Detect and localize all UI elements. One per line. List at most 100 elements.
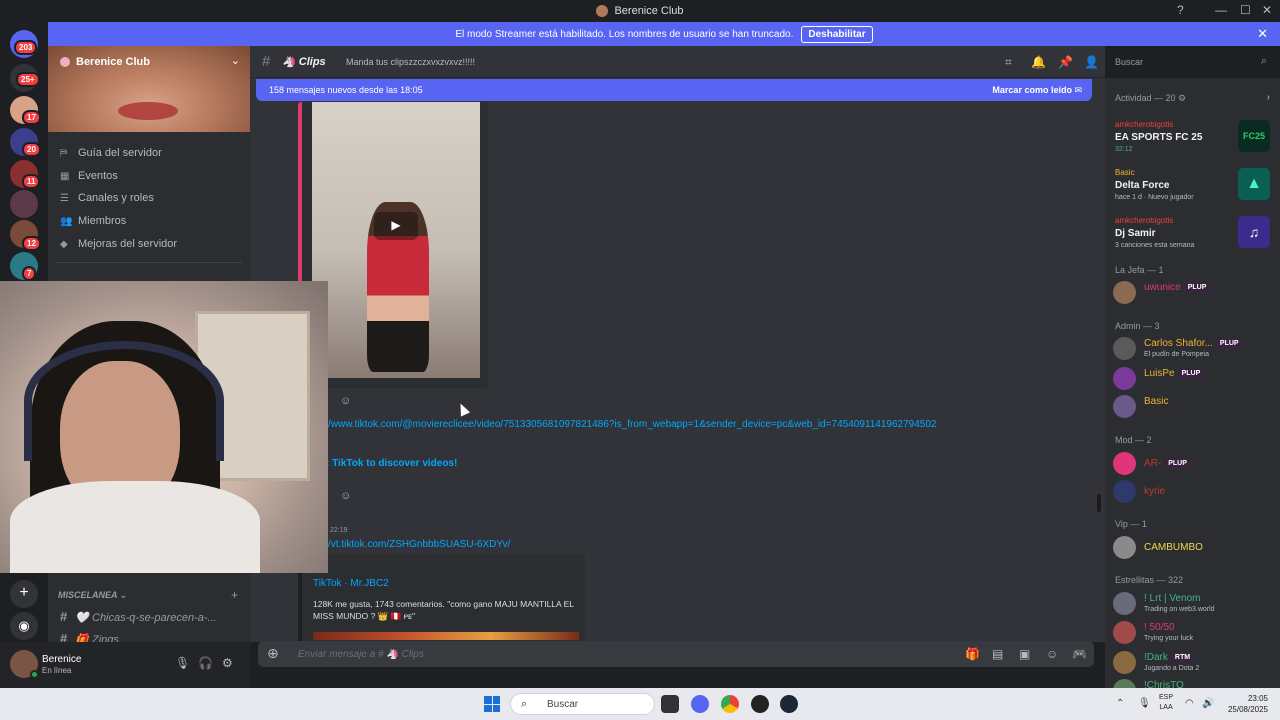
search-input[interactable]: Buscar ⌕ [1108, 52, 1273, 72]
disable-streamer-button[interactable]: Deshabilitar [801, 25, 873, 43]
minimize-button[interactable]: — [1215, 3, 1227, 17]
close-window-button[interactable]: ✕ [1262, 3, 1272, 17]
channel-item[interactable]: # 🎁 Zings [60, 631, 119, 642]
member-row[interactable]: ! Lrt | Venom Trading on web3.world [1113, 591, 1273, 617]
member-row[interactable]: !ChrisTO [1113, 678, 1273, 688]
signpost-icon: ⛿ [60, 148, 68, 159]
avatar [1113, 480, 1136, 503]
chat-messages[interactable]: ▶ ☺ /www.tiktok.com/@moviereclicee/video… [250, 78, 1105, 642]
game-art-icon: FC25 [1238, 120, 1270, 152]
wifi-icon[interactable]: ◠ [1185, 698, 1194, 709]
message-link[interactable]: /vt.tiktok.com/ZSHGnbbbSUASU-6XDYv/ [328, 539, 510, 550]
activity-card[interactable]: Basic Delta Force hace 1 d · Nuevo jugad… [1111, 164, 1274, 210]
sticker-icon[interactable]: ▣ [1019, 647, 1030, 661]
rail-badge: 17 [22, 110, 41, 125]
volume-icon[interactable]: 🔊 [1202, 698, 1214, 709]
bell-icon[interactable]: 🔔 [1031, 55, 1046, 69]
nav-members[interactable]: 👥 Miembros [60, 215, 126, 227]
user-panel: Berenice En línea 🎙 🎧 ⚙ [0, 642, 250, 688]
headphones-icon[interactable]: 🎧 [198, 656, 213, 670]
member-row[interactable]: ! 50/50 Trying your luck [1113, 620, 1273, 646]
obs-icon[interactable] [751, 695, 769, 713]
play-icon[interactable]: ▶ [374, 212, 418, 240]
channel-topic: Manda tus clipszzczxvxzvxvz!!!!! [346, 57, 476, 67]
embed-description: 128K me gusta, 1743 comentarios. "como g… [313, 599, 574, 621]
task-view-icon[interactable] [661, 695, 679, 713]
member-row[interactable]: Basic [1113, 394, 1273, 420]
member-row[interactable]: LuisPe PLUP [1113, 366, 1273, 392]
add-channel-icon[interactable]: + [231, 588, 238, 602]
activity-user: Basic [1115, 168, 1135, 177]
microphone-icon[interactable]: 🎙 [175, 656, 190, 670]
webcam-overlay [0, 281, 328, 573]
member-row[interactable]: Carlos Shafor... PLUP El pudín de Pompeia [1113, 336, 1273, 362]
avatar [1113, 337, 1136, 360]
member-row[interactable]: kyrie [1113, 479, 1273, 505]
nav-server-guide[interactable]: ⛿ Guía del servidor [60, 147, 162, 159]
gift-icon[interactable]: 🎁 [965, 647, 980, 661]
add-reaction-icon[interactable]: ☺ [340, 490, 351, 502]
discord-icon[interactable] [691, 695, 709, 713]
server-icon[interactable] [10, 190, 38, 218]
attach-plus-icon[interactable]: ⊕ [267, 645, 279, 662]
apps-icon[interactable]: 🎮 [1072, 647, 1087, 661]
activity-card[interactable]: amkcherobigotis EA SPORTS FC 25 32:12 FC… [1111, 116, 1274, 162]
windows-start-icon[interactable] [484, 696, 500, 712]
nav-label: Eventos [78, 170, 118, 182]
category-miscelanea[interactable]: MISCELANEA ⌄ [58, 590, 127, 601]
new-messages-bar[interactable]: 158 mensajes nuevos desde las 18:05 Marc… [256, 79, 1092, 101]
activity-header[interactable]: Actividad — 20 ⚙ [1115, 93, 1186, 104]
emoji-icon[interactable]: ☺ [1046, 647, 1058, 661]
member-row[interactable]: CAMBUMBO [1113, 535, 1273, 561]
language-indicator[interactable]: ESP LAA [1159, 693, 1173, 713]
discover-icon[interactable]: ◉ [10, 612, 38, 640]
avatar [1113, 679, 1136, 688]
scrollbar[interactable] [1097, 494, 1101, 512]
gear-icon[interactable]: ⚙ [222, 656, 233, 670]
member-row[interactable]: !Dark RTM Jugando a Dota 2 [1113, 650, 1273, 676]
mark-as-read-button[interactable]: Marcar como leído ✉ [992, 85, 1082, 96]
add-reaction-icon[interactable]: ☺ [340, 395, 351, 407]
server-name-header[interactable]: Berenice Club [60, 56, 150, 68]
member-activity: Jugando a Dota 2 [1144, 665, 1200, 672]
member-list-icon[interactable]: 👤 [1084, 55, 1099, 69]
nav-channels-roles[interactable]: ☰ Canales y roles [60, 192, 154, 204]
video-thumbnail[interactable]: ▶ [312, 102, 480, 378]
threads-icon[interactable]: ⌗ [1005, 55, 1012, 70]
game-art-icon: ♫ [1238, 216, 1270, 248]
chevron-down-icon[interactable]: ⌄ [231, 54, 240, 67]
chevron-right-icon[interactable]: › [1267, 92, 1270, 103]
avatar [1113, 592, 1136, 615]
composer-channel: Clips [401, 649, 424, 660]
embed-provider[interactable]: TikTok · Mr.JBC2 [313, 578, 389, 589]
search-placeholder: Buscar [1115, 57, 1144, 67]
tiktok-embed[interactable]: ‹ TikTok · Mr.JBC2 128K me gusta, 1743 c… [298, 554, 585, 642]
embed-title[interactable]: : TikTok to discover videos! [326, 458, 457, 469]
message-link[interactable]: /www.tiktok.com/@moviereclicee/video/751… [328, 419, 936, 430]
microphone-icon[interactable]: 🎙 [1138, 698, 1151, 709]
avatar [1113, 452, 1136, 475]
channel-item[interactable]: # 🤍 Chicas-q-se-parecen-a-... [60, 609, 217, 624]
role-header: Vip — 1 [1115, 519, 1147, 529]
close-banner-icon[interactable]: ✕ [1257, 26, 1268, 42]
gif-icon[interactable]: ▤ [992, 647, 1003, 661]
member-row[interactable]: uwunice PLUP [1113, 280, 1273, 306]
steam-icon[interactable] [780, 695, 798, 713]
message-composer[interactable]: ⊕ Enviar mensaje a # 🦄 Clips 🎁 ▤ ▣ ☺ 🎮 [258, 641, 1094, 667]
activity-status: hace 1 d · Nuevo jugador [1115, 194, 1194, 201]
help-icon[interactable]: ? [1177, 3, 1184, 17]
pin-icon[interactable]: 📌 [1058, 55, 1073, 69]
embed-image[interactable] [313, 632, 579, 640]
nav-boosts[interactable]: ◆ Mejoras del servidor [60, 238, 177, 250]
member-name: !Dark RTM [1144, 652, 1194, 663]
add-server-icon[interactable]: + [10, 580, 38, 608]
activity-card[interactable]: amkcherobigotis Dj Samir 3 canciones est… [1111, 212, 1274, 258]
nav-events[interactable]: ▦ Eventos [60, 170, 118, 182]
maximize-button[interactable]: ☐ [1240, 3, 1251, 17]
chrome-icon[interactable] [721, 695, 739, 713]
system-clock[interactable]: 23:05 25/08/2025 [1228, 693, 1268, 715]
taskbar-search-input[interactable]: ⌕ Buscar [510, 693, 655, 715]
member-row[interactable]: AR- PLUP [1113, 451, 1273, 477]
tray-chevron-icon[interactable]: ⌃ [1116, 698, 1124, 709]
member-name-text: LuisPe [1144, 368, 1175, 379]
